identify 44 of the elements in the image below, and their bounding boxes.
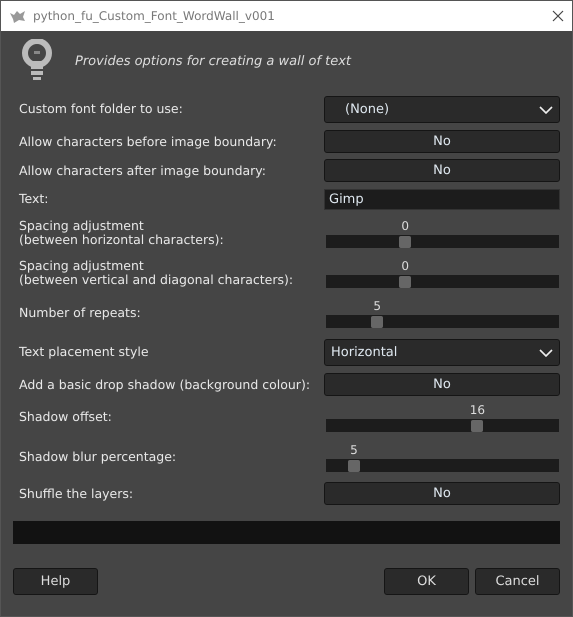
- lightbulb-icon: [21, 39, 53, 83]
- slider-value: 0: [401, 219, 410, 233]
- slider-track[interactable]: [326, 419, 559, 432]
- slider-track[interactable]: [326, 235, 559, 248]
- option-label: Shuffle the layers:: [18, 486, 134, 500]
- slider-thumb[interactable]: [471, 420, 484, 432]
- slider-track[interactable]: [326, 275, 559, 288]
- app-icon: [9, 9, 27, 23]
- toggle-button[interactable]: No: [324, 373, 560, 396]
- chevron-down-icon: [539, 348, 553, 356]
- option-label: Custom font folder to use:: [18, 102, 184, 116]
- slider-value: 16: [470, 403, 486, 417]
- toggle-button[interactable]: No: [324, 159, 560, 182]
- option-label: Shadow offset:: [18, 410, 113, 424]
- slider-thumb[interactable]: [371, 316, 384, 328]
- description: Provides options for creating a wall of text: [75, 54, 352, 68]
- dialog-button[interactable]: OK: [384, 568, 469, 595]
- dropdown[interactable]: Horizontal: [324, 339, 560, 366]
- dropdown[interactable]: (None): [324, 96, 560, 123]
- toggle-button[interactable]: No: [324, 482, 560, 505]
- close-icon[interactable]: [552, 10, 564, 22]
- slider-value: 0: [401, 259, 410, 273]
- slider-thumb[interactable]: [399, 276, 412, 288]
- dialog-button[interactable]: Help: [13, 568, 98, 595]
- chevron-down-icon: [539, 106, 553, 114]
- option-label: Allow characters after image boundary:: [18, 164, 267, 178]
- option-label: Spacing adjustment (between vertical and diagonal characters):: [18, 259, 294, 287]
- dialog-button[interactable]: Cancel: [475, 568, 560, 595]
- slider-thumb[interactable]: [348, 460, 360, 472]
- option-label: Allow characters before image boundary:: [18, 134, 278, 148]
- slider-track[interactable]: [326, 315, 559, 328]
- option-label: Shadow blur percentage:: [18, 450, 178, 464]
- slider-value: 5: [350, 443, 358, 457]
- toggle-button[interactable]: No: [324, 130, 560, 153]
- option-label: Number of repeats:: [18, 306, 142, 320]
- option-label: Text:: [18, 192, 50, 206]
- window-title: python_fu_Custom_Font_WordWall_v001: [33, 9, 276, 23]
- text-field[interactable]: Gimp: [324, 189, 560, 210]
- slider-thumb[interactable]: [399, 236, 412, 248]
- option-label: Text placement style: [18, 345, 150, 359]
- option-label: Spacing adjustment (between horizontal characters):: [18, 219, 225, 247]
- slider-value: 5: [373, 299, 382, 313]
- slider-track[interactable]: [326, 459, 559, 472]
- option-label: Add a basic drop shadow (background colour):: [18, 378, 312, 392]
